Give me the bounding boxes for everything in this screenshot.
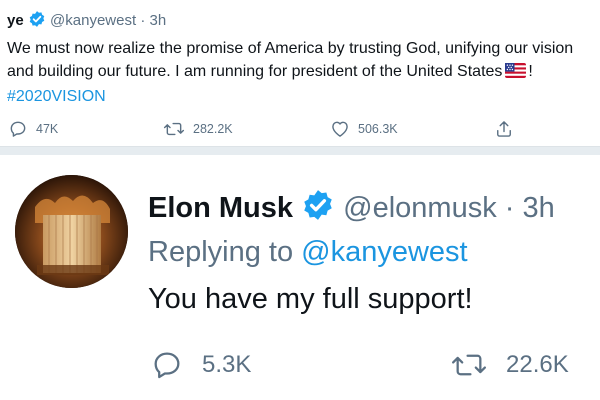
tweet-text-exclaim: !	[528, 63, 533, 80]
reply-icon	[150, 348, 184, 382]
retweet-icon	[163, 119, 185, 139]
like-count: 506.3K	[358, 122, 398, 136]
like-icon	[330, 119, 350, 139]
tweet-actions: 47K 282.2K 506.3K	[0, 119, 600, 139]
reply-count: 47K	[36, 122, 59, 136]
replying-to-link[interactable]: @kanyewest	[301, 236, 467, 268]
share-icon	[494, 119, 514, 139]
retweet-count: 282.2K	[193, 122, 233, 136]
retweet-icon	[450, 348, 488, 382]
share-button[interactable]	[494, 119, 514, 139]
author-name[interactable]: Elon Musk	[148, 192, 293, 224]
retweet-button[interactable]: 22.6K	[450, 348, 569, 382]
verified-badge-icon	[28, 10, 46, 32]
reply-count: 5.3K	[202, 351, 252, 378]
retweet-button[interactable]: 282.2K	[163, 119, 233, 139]
tweet-timestamp[interactable]: · 3h	[505, 192, 555, 224]
tweet-header: ye @kanyewest · 3h	[7, 10, 166, 32]
replying-to-label: Replying to	[148, 236, 294, 268]
reply-button[interactable]: 5.3K	[150, 348, 251, 382]
avatar[interactable]	[15, 175, 128, 288]
tweet-text: You have my full support!	[148, 283, 473, 315]
retweet-count: 22.6K	[506, 351, 569, 378]
reply-button[interactable]: 47K	[8, 119, 58, 139]
timeline-divider	[0, 146, 600, 155]
verified-badge-icon	[301, 188, 335, 230]
us-flag-icon	[505, 62, 527, 85]
hashtag-link[interactable]: #2020VISION	[7, 88, 106, 105]
tweet-timestamp[interactable]: · 3h	[140, 12, 166, 29]
tweet-kanyewest[interactable]: ye @kanyewest · 3h We must now realize t…	[0, 0, 600, 148]
tweet-actions: 5.3K 22.6K	[0, 348, 600, 382]
author-handle[interactable]: @kanyewest	[50, 12, 136, 29]
replying-to: Replying to @kanyewest	[148, 236, 468, 269]
reply-icon	[8, 119, 28, 139]
author-handle[interactable]: @elonmusk	[343, 192, 497, 224]
like-button[interactable]: 506.3K	[330, 119, 398, 139]
tweet-text: We must now realize the promise of Ameri…	[7, 37, 592, 108]
author-name[interactable]: ye	[7, 12, 24, 29]
tweet-text-main: We must now realize the promise of Ameri…	[7, 40, 574, 80]
tweet-header: Elon Musk @elonmusk · 3h	[148, 188, 555, 230]
